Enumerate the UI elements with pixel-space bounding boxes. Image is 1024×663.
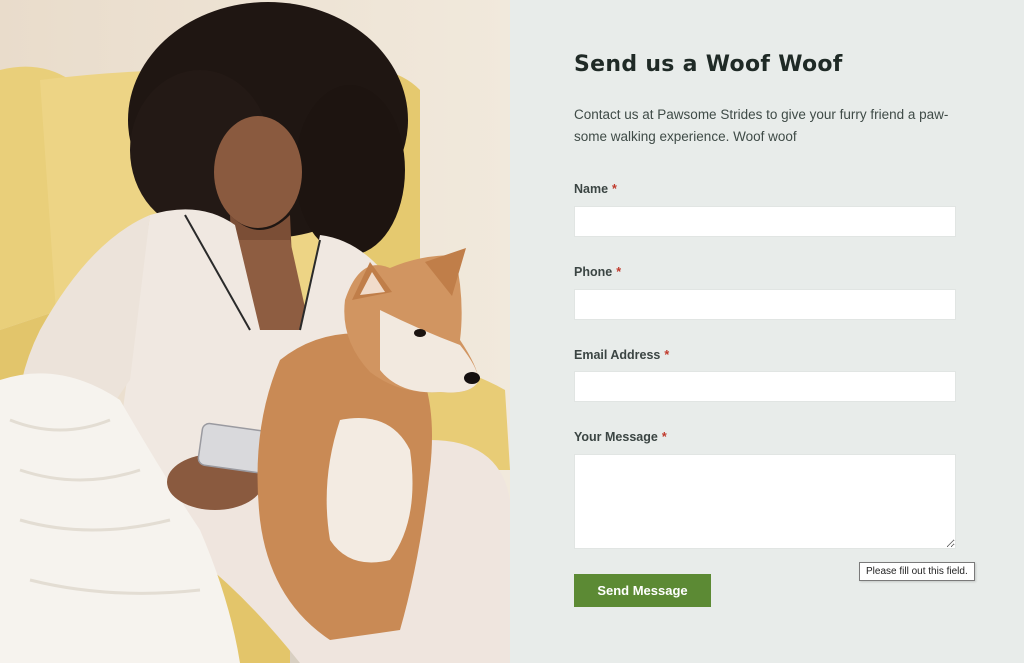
message-textarea[interactable] bbox=[574, 454, 956, 549]
form-intro-text: Contact us at Pawsome Strides to give yo… bbox=[574, 107, 949, 144]
woman-with-dog-photo bbox=[0, 0, 510, 663]
name-input[interactable] bbox=[574, 206, 956, 237]
required-marker: * bbox=[612, 182, 617, 196]
email-input[interactable] bbox=[574, 371, 956, 402]
email-label: Email Address * bbox=[574, 348, 669, 362]
validation-tooltip: Please fill out this field. bbox=[859, 562, 975, 581]
email-label-text: Email Address bbox=[574, 348, 661, 362]
form-title: Send us a Woof Woof bbox=[574, 52, 843, 77]
name-label: Name * bbox=[574, 182, 617, 196]
required-marker: * bbox=[616, 265, 622, 279]
contact-page: Send us a Woof Woof Contact us at Pawsom… bbox=[0, 0, 1024, 663]
phone-label-text: Phone bbox=[574, 265, 613, 279]
required-marker: * bbox=[664, 348, 670, 362]
send-message-button[interactable]: Send Message bbox=[574, 574, 711, 607]
name-label-text: Name bbox=[574, 182, 609, 196]
phone-input[interactable] bbox=[574, 289, 956, 320]
message-label-text: Your Message bbox=[574, 430, 658, 444]
message-label: Your Message * bbox=[574, 430, 667, 444]
contact-form-panel: Send us a Woof Woof Contact us at Pawsom… bbox=[510, 0, 1024, 663]
phone-label: Phone * bbox=[574, 265, 621, 279]
required-marker: * bbox=[661, 430, 667, 444]
